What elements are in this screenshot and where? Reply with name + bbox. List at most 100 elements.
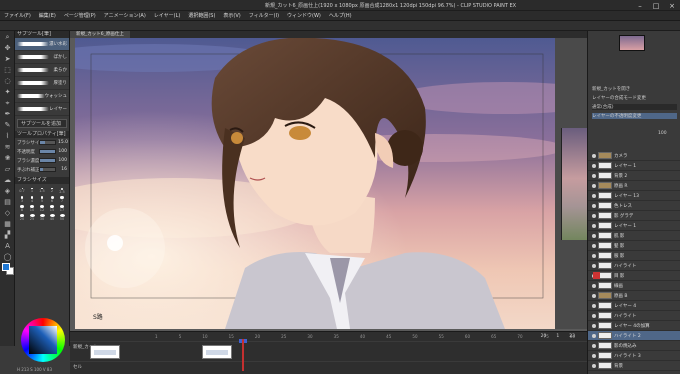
menu-layer[interactable]: レイヤー(L) [154,12,181,19]
main-color-swatch[interactable] [2,263,10,271]
property-slider[interactable] [39,158,56,163]
property-value[interactable]: 100 [58,149,67,154]
text-icon[interactable]: A [2,241,13,251]
brush-item[interactable]: ウォッシュ [15,90,69,103]
menu-view[interactable]: 表示(V) [223,12,240,19]
brush-size-option[interactable]: 8 [18,205,26,212]
menu-window[interactable]: ウィンドウ(W) [287,12,321,19]
maximize-icon[interactable]: □ [648,0,664,11]
visibility-eye-icon[interactable] [592,363,596,368]
color-square[interactable] [29,326,57,354]
layer-row[interactable]: レイヤー 1 [588,221,680,231]
timeline-ruler[interactable]: 1 5 10 15 20 25 30 35 40 45 50 55 60 65 70 75 80 [155,334,575,340]
menu-filter[interactable]: フィルター(I) [249,12,279,19]
visibility-eye-icon[interactable] [592,353,596,358]
visibility-eye-icon[interactable] [592,163,596,168]
layer-row[interactable]: 目 影 [588,271,680,281]
timeline-track[interactable]: セル [70,361,587,373]
brush-size-option[interactable]: 17 [58,205,66,212]
brush-item[interactable]: 柔らか [15,64,69,77]
operation-icon[interactable]: ➤ [2,54,13,64]
color-wheel[interactable] [21,318,65,362]
pencil-icon[interactable]: ✎ [2,120,13,130]
menu-file[interactable]: ファイル(F) [4,12,31,19]
visibility-eye-icon[interactable] [592,313,596,318]
visibility-eye-icon[interactable] [592,303,596,308]
navigator-thumbnail[interactable] [619,35,645,51]
timeline-track[interactable]: 新規_カット [70,341,587,359]
layer-row[interactable]: ハイライト 2 [588,331,680,341]
selection-icon[interactable]: ⬚ [2,65,13,75]
property-slider[interactable] [39,167,56,172]
brush-size-option[interactable]: 40 [48,214,56,221]
property-slider[interactable] [39,140,56,145]
brush-size-option[interactable]: 12 [38,205,46,212]
eyedropper-icon[interactable]: ⌖ [2,98,13,108]
brush-icon[interactable]: ⌇ [2,131,13,141]
brush-size-option[interactable]: 1 [28,187,36,194]
property-value[interactable]: 100 [58,158,67,163]
visibility-eye-icon[interactable] [592,183,596,188]
keyframe[interactable] [90,345,120,359]
visibility-eye-icon[interactable] [592,213,596,218]
brush-size-option[interactable]: 1.5 [38,187,46,194]
layer-row[interactable]: 背景 [588,361,680,371]
frame-icon[interactable]: ▦ [2,219,13,229]
brush-item[interactable]: レイヤー [15,103,69,116]
layer-row[interactable]: ハイライト 3 [588,351,680,361]
visibility-eye-icon[interactable] [592,323,596,328]
move-icon[interactable]: ✥ [2,43,13,53]
brush-size-option[interactable]: 7 [58,196,66,203]
close-icon[interactable]: × [664,0,680,11]
layer-row[interactable]: 影 グラデ [588,211,680,221]
visibility-eye-icon[interactable] [592,333,596,338]
visibility-eye-icon[interactable] [592,253,596,258]
decoration-icon[interactable]: ❀ [2,153,13,163]
brush-size-option[interactable]: 25 [28,214,36,221]
brush-size-option[interactable]: 4 [28,196,36,203]
layer-row[interactable]: レイヤー 13 [588,191,680,201]
menu-select[interactable]: 選択範囲(S) [188,12,215,19]
blend-mode-select[interactable]: 通常(合成) [592,104,677,110]
airbrush-icon[interactable]: ≋ [2,142,13,152]
visibility-eye-icon[interactable] [592,343,596,348]
add-subtool-button[interactable]: サブツールを追加 [17,119,67,128]
brush-size-option[interactable]: 2.5 [58,187,66,194]
brush-item[interactable]: 濃い水彩 [15,38,69,51]
pen-icon[interactable]: ✒ [2,109,13,119]
canvas-illustration[interactable]: S路 [75,38,587,329]
panel-section[interactable]: 新規_カットを開き [592,86,630,92]
layer-row[interactable]: 線画 [588,281,680,291]
layer-row[interactable]: 背景 2 [588,171,680,181]
panel-section[interactable]: レイヤーの合成モード変更 [592,95,646,101]
panel-section[interactable]: レイヤーの不透明度変更 [592,113,677,119]
brush-size-option[interactable]: 3 [18,196,26,203]
gradient-icon[interactable]: ▤ [2,197,13,207]
fill-icon[interactable]: ◈ [2,186,13,196]
keyframe[interactable] [202,345,232,359]
brush-size-option[interactable]: 15 [48,205,56,212]
lasso-icon[interactable]: ◌ [2,76,13,86]
brush-size-option[interactable]: 5 [38,196,46,203]
visibility-eye-icon[interactable] [592,193,596,198]
property-value[interactable]: 16 [58,167,67,172]
layer-row[interactable]: 服 影 [588,251,680,261]
visibility-eye-icon[interactable] [592,173,596,178]
visibility-eye-icon[interactable] [592,243,596,248]
balloon-icon[interactable]: ◯ [2,252,13,262]
property-value[interactable]: 15.0 [58,140,68,145]
layer-row[interactable]: レイヤー 4の加算 [588,321,680,331]
playhead[interactable] [242,339,244,371]
ruler-icon[interactable]: ▞ [2,230,13,240]
layer-row[interactable]: 影の焼込み [588,341,680,351]
brush-size-option[interactable]: 30 [38,214,46,221]
visibility-eye-icon[interactable] [592,153,596,158]
opacity-value[interactable]: 100 [658,131,667,137]
eraser-icon[interactable]: ▱ [2,164,13,174]
visibility-eye-icon[interactable] [592,223,596,228]
layer-row[interactable]: 原画 R [588,181,680,191]
layer-row[interactable]: 髪 影 [588,241,680,251]
layer-row[interactable]: 原画 B [588,291,680,301]
brush-size-option[interactable]: 50 [58,214,66,221]
layer-row[interactable]: レイヤー 4 [588,301,680,311]
